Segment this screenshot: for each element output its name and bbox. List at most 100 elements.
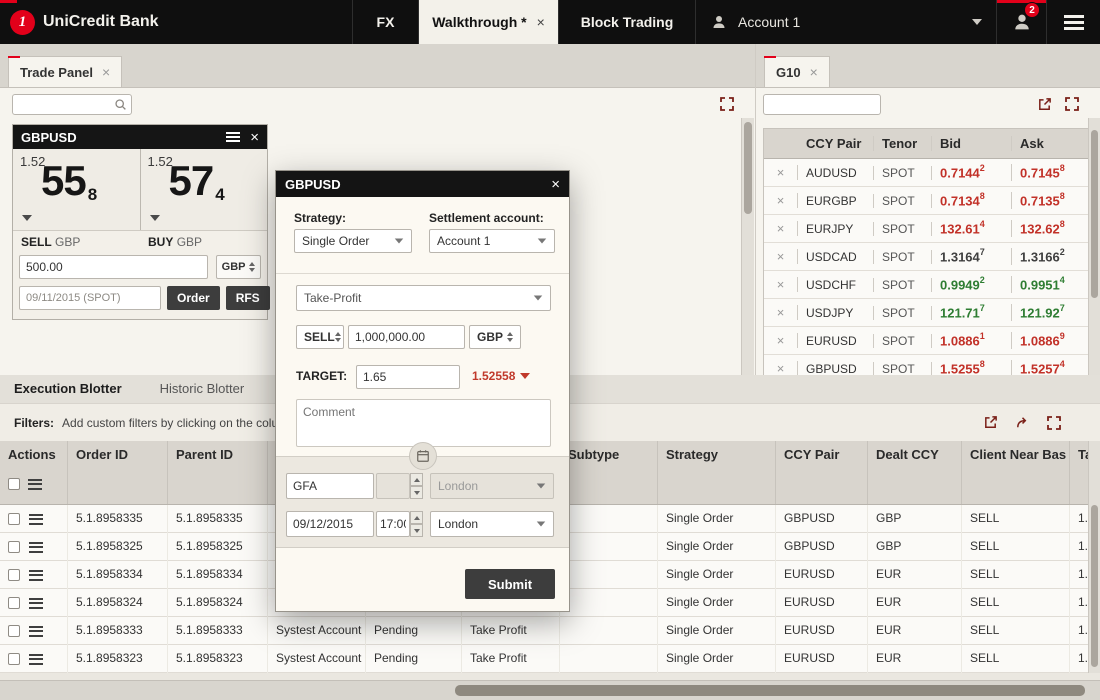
close-icon[interactable]: × (551, 177, 560, 192)
settlement-account-select[interactable]: Account 1 (429, 229, 555, 253)
row-menu-icon[interactable] (29, 513, 43, 525)
order-type-select[interactable]: Take-Profit (296, 285, 551, 311)
tab-fx[interactable]: FX (352, 0, 418, 44)
column-header-strategy[interactable]: Strategy (658, 441, 776, 504)
remove-pair-icon[interactable]: × (764, 277, 798, 292)
scrollbar-thumb[interactable] (455, 685, 1085, 696)
column-header-order-id[interactable]: Order ID (68, 441, 168, 504)
row-menu-icon[interactable] (29, 569, 43, 581)
ask-price[interactable]: 0.71358 (1012, 192, 1088, 208)
comment-textarea[interactable] (296, 399, 551, 447)
ask-price[interactable]: 0.71458 (1012, 164, 1088, 180)
row-select-checkbox[interactable] (8, 653, 20, 665)
account-menu[interactable]: Account 1 (696, 0, 996, 44)
blotter-scrollbar[interactable] (1088, 441, 1100, 673)
buy-price-button[interactable]: 1.52 57 4 (140, 149, 267, 230)
tab-block-trading[interactable]: Block Trading (558, 0, 696, 44)
popout-icon[interactable] (1034, 94, 1054, 114)
scrollbar-thumb[interactable] (1091, 505, 1098, 667)
bid-price[interactable]: 1.31647 (932, 248, 1012, 265)
strategy-select[interactable]: Single Order (294, 229, 412, 253)
ask-price[interactable]: 1.31662 (1012, 248, 1088, 264)
tab-trade-panel[interactable]: Trade Panel × (7, 56, 123, 87)
tab-execution-blotter[interactable]: Execution Blotter (14, 381, 122, 396)
column-header-client-near[interactable]: Client Near Bas (962, 441, 1070, 504)
ask-price[interactable]: 1.52574 (1012, 360, 1088, 375)
order-amount-input[interactable] (348, 325, 465, 349)
ask-price[interactable]: 132.628 (1012, 220, 1088, 236)
widget-menu-icon[interactable] (226, 132, 241, 142)
submit-button[interactable]: Submit (465, 569, 555, 599)
remove-pair-icon[interactable]: × (764, 221, 798, 236)
row-select-checkbox[interactable] (8, 513, 20, 525)
decrement-icon[interactable] (410, 524, 423, 537)
duration-input[interactable] (286, 473, 374, 499)
popout-icon[interactable] (980, 413, 1000, 433)
scrollbar-thumb[interactable] (1091, 130, 1098, 298)
bid-price[interactable]: 1.52558 (932, 360, 1012, 375)
remove-pair-icon[interactable]: × (764, 305, 798, 320)
bid-price[interactable]: 1.08861 (932, 332, 1012, 349)
close-icon[interactable]: × (250, 130, 259, 145)
row-menu-icon[interactable] (29, 653, 43, 665)
order-currency-select[interactable]: GBP (469, 325, 521, 349)
expiry-time-input[interactable] (376, 511, 410, 537)
close-icon[interactable]: × (102, 65, 110, 79)
target-price-input[interactable] (356, 365, 460, 389)
modal-header[interactable]: GBPUSD × (276, 171, 569, 197)
close-icon[interactable]: × (537, 15, 545, 29)
row-select-checkbox[interactable] (8, 625, 20, 637)
blotter-row[interactable]: 5.1.8958333 5.1.8958333 Systest Account … (0, 617, 1088, 645)
ask-price[interactable]: 121.927 (1012, 304, 1088, 320)
tab-historic-blotter[interactable]: Historic Blotter (160, 381, 245, 396)
search-input[interactable] (17, 98, 114, 111)
row-select-checkbox[interactable] (8, 541, 20, 553)
column-header-parent-id[interactable]: Parent ID (168, 441, 268, 504)
bid-price[interactable]: 0.71348 (932, 192, 1012, 209)
timezone-select[interactable]: London (430, 511, 554, 537)
remove-pair-icon[interactable]: × (764, 361, 798, 375)
share-icon[interactable] (1012, 413, 1032, 433)
bid-price[interactable]: 0.71442 (932, 164, 1012, 181)
remove-pair-icon[interactable]: × (764, 165, 798, 180)
currency-select[interactable]: GBP (215, 255, 261, 279)
app-menu-button[interactable] (1046, 0, 1100, 44)
bid-price[interactable]: 132.614 (932, 220, 1012, 237)
trade-panel-scrollbar[interactable] (741, 118, 754, 375)
increment-icon[interactable] (410, 511, 423, 524)
expand-icon[interactable] (1044, 413, 1064, 433)
tab-g10[interactable]: G10 × (764, 56, 830, 87)
time-stepper[interactable] (410, 511, 423, 537)
remove-pair-icon[interactable]: × (764, 249, 798, 264)
column-header-subtype[interactable]: Subtype (560, 441, 658, 504)
order-button[interactable]: Order (167, 286, 220, 310)
widget-header[interactable]: GBPUSD × (13, 125, 267, 149)
bid-price[interactable]: 0.99492 (932, 276, 1012, 293)
row-menu-icon[interactable] (29, 541, 43, 553)
row-select-checkbox[interactable] (8, 597, 20, 609)
expand-icon[interactable] (717, 94, 737, 114)
horizontal-scrollbar[interactable] (0, 680, 1100, 700)
remove-pair-icon[interactable]: × (764, 193, 798, 208)
value-date-input[interactable] (19, 286, 161, 310)
rates-search[interactable] (763, 94, 881, 115)
expiry-date-input[interactable] (286, 511, 374, 537)
row-select-checkbox[interactable] (8, 569, 20, 581)
expand-icon[interactable] (1062, 94, 1082, 114)
column-header-ccy-pair[interactable]: CCY Pair (798, 136, 874, 151)
rates-scrollbar[interactable] (1088, 118, 1100, 375)
column-header-dealt-ccy[interactable]: Dealt CCY (868, 441, 962, 504)
close-icon[interactable]: × (810, 65, 818, 79)
column-header-ccy-pair[interactable]: CCY Pair (776, 441, 868, 504)
ask-price[interactable]: 0.99514 (1012, 276, 1088, 292)
column-header-tenor[interactable]: Tenor (874, 136, 932, 151)
column-header-actions[interactable]: Actions (0, 441, 68, 504)
sell-price-button[interactable]: 1.52 55 8 (13, 149, 141, 230)
notifications-button[interactable]: 2 (996, 0, 1046, 44)
bid-price[interactable]: 121.717 (932, 304, 1012, 321)
rfs-button[interactable]: RFS (225, 286, 270, 310)
tab-walkthrough[interactable]: Walkthrough * × (418, 0, 558, 44)
row-menu-icon[interactable] (29, 597, 43, 609)
row-menu-icon[interactable] (29, 625, 43, 637)
scrollbar-thumb[interactable] (744, 122, 752, 214)
